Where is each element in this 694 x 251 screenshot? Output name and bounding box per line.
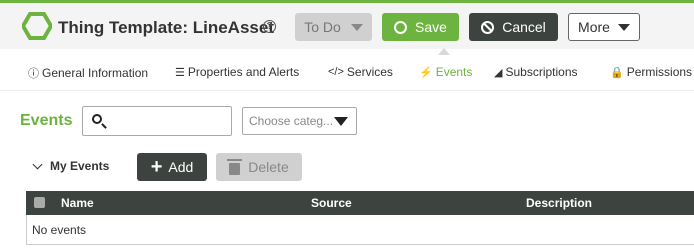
section-title: Events (20, 112, 73, 129)
question-circle-icon[interactable]: ? (263, 20, 276, 33)
circle-icon (394, 20, 408, 34)
tab-bar: ⓘ General Information ☰ Properties and A… (0, 55, 694, 91)
caret-down-icon (617, 23, 630, 31)
my-events-toggle[interactable]: My Events (32, 159, 110, 173)
delete-button[interactable]: Delete (216, 153, 302, 181)
page-title: Thing Template: LineAsset (58, 18, 274, 37)
tab-label: Services (346, 65, 393, 79)
todo-dropdown-button[interactable]: To Do (295, 13, 372, 41)
add-button[interactable]: + Add (137, 153, 207, 181)
tab-events[interactable]: ⚡ Events (419, 65, 472, 79)
search-icon (92, 114, 102, 124)
column-header-description[interactable]: Description (526, 196, 592, 210)
caret-down-icon (334, 117, 348, 126)
more-label: More (578, 19, 610, 35)
column-header-source[interactable]: Source (311, 196, 352, 210)
caret-down-icon (350, 23, 363, 31)
signal-icon: ◢ (494, 66, 503, 79)
hexagon-logo-icon (22, 12, 52, 40)
save-label: Save (415, 19, 447, 35)
column-header-name[interactable]: Name (61, 196, 94, 210)
cancel-label: Cancel (502, 19, 546, 35)
tab-label: Properties and Alerts (187, 65, 300, 79)
lightning-icon: ⚡ (419, 66, 433, 79)
code-icon: </> (328, 66, 344, 78)
table-body: No events (26, 215, 694, 245)
tab-services[interactable]: </> Services (328, 65, 393, 79)
save-button[interactable]: Save (382, 13, 459, 41)
category-placeholder: Choose categ... (249, 114, 334, 128)
tab-label: General Information (42, 66, 149, 80)
plus-icon: + (150, 156, 163, 178)
tab-label: Events (435, 65, 473, 79)
select-all-checkbox[interactable] (34, 197, 45, 208)
tab-permissions[interactable]: 🔒 Permissions (610, 65, 692, 79)
table-header: Name Source Description (26, 191, 694, 215)
tab-label: Permissions (626, 65, 693, 79)
info-circle-icon: ⓘ (28, 68, 39, 80)
tab-general-information[interactable]: ⓘ General Information (28, 65, 148, 81)
cancel-button[interactable]: Cancel (469, 13, 558, 41)
add-label: Add (168, 159, 194, 175)
chevron-down-icon (32, 159, 43, 169)
tab-subscriptions[interactable]: ◢ Subscriptions (494, 65, 578, 79)
list-icon: ☰ (175, 66, 185, 79)
delete-label: Delete (248, 159, 289, 175)
tab-properties-and-alerts[interactable]: ☰ Properties and Alerts (175, 65, 299, 79)
search-input[interactable] (82, 106, 232, 136)
trash-icon (227, 158, 243, 175)
tab-label: Subscriptions (505, 65, 578, 79)
header-bar: Thing Template: LineAsset ? To Do Save C… (0, 3, 694, 49)
more-dropdown-button[interactable]: More (568, 13, 640, 41)
active-tab-indicator (438, 48, 450, 55)
lock-icon: 🔒 (610, 66, 624, 79)
todo-label: To Do (304, 19, 341, 35)
category-select[interactable]: Choose categ... (242, 107, 357, 135)
ban-icon (481, 20, 495, 34)
my-events-label: My Events (50, 159, 110, 173)
empty-message: No events (32, 223, 87, 237)
